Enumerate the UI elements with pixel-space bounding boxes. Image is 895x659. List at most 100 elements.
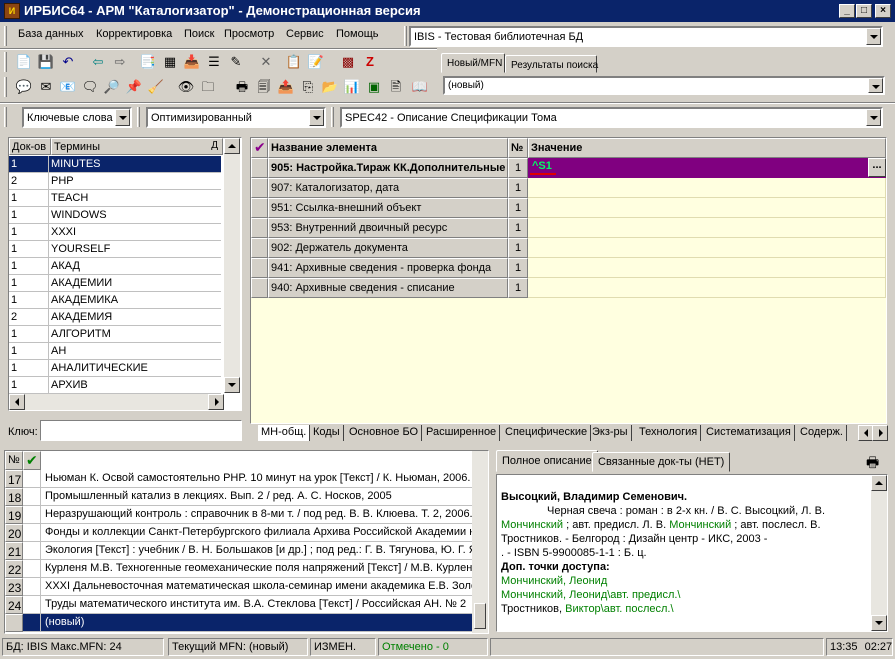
menu-edit[interactable]: Корректировка xyxy=(96,28,172,40)
element-value[interactable] xyxy=(528,278,886,298)
element-row[interactable]: 902: Держатель документа 1 xyxy=(251,238,886,258)
message-icon[interactable]: ✉ xyxy=(36,77,56,97)
scenario-grip[interactable] xyxy=(137,107,140,127)
element-row[interactable]: 941: Архивные сведения - проверка фонда 1 xyxy=(251,258,886,278)
pin-icon[interactable]: Д xyxy=(211,140,218,151)
tab-new-mfn[interactable]: Новый/MFN xyxy=(441,53,505,73)
desc-access-3-link[interactable]: Виктор\авт. послесл.\ xyxy=(565,603,673,615)
term-row[interactable]: 1 АЛГОРИТМ xyxy=(9,326,221,343)
element-value[interactable] xyxy=(528,178,886,198)
z-search-icon[interactable]: Z xyxy=(360,52,380,72)
term-row[interactable]: 1 MINUTES xyxy=(9,156,221,173)
record-checkbox[interactable] xyxy=(23,614,41,632)
undo-icon[interactable]: ↶ xyxy=(58,52,78,72)
element-value[interactable] xyxy=(528,258,886,278)
record-checkbox[interactable] xyxy=(23,524,41,542)
desc-scroll-down[interactable] xyxy=(871,615,887,631)
import-icon[interactable]: 📥 xyxy=(182,52,202,72)
tab-basic-bo[interactable]: Основное БО xyxy=(346,425,423,441)
tab-full-description[interactable]: Полное описание xyxy=(496,450,598,472)
desc-link-monchinsky-2[interactable]: Мончинский xyxy=(669,519,731,531)
desc-scroll-up[interactable] xyxy=(871,475,887,491)
chart-icon[interactable]: 📊 xyxy=(342,77,362,97)
record-row[interactable]: 21 Экология [Текст] : учебник / В. Н. Бол… xyxy=(5,542,478,560)
record-checkbox[interactable] xyxy=(23,542,41,560)
chat-icon[interactable]: 💬 xyxy=(14,77,34,97)
term-row[interactable]: 1 АКАДЕМИИ xyxy=(9,275,221,292)
folder-icon[interactable]: 🗀 xyxy=(198,77,218,97)
search-scenario-arrow[interactable] xyxy=(309,109,324,126)
elements-check-header[interactable]: ✔ xyxy=(251,138,268,158)
element-value-header[interactable]: Значение xyxy=(528,138,886,158)
desc-access-1[interactable]: Мончинский, Леонид xyxy=(501,575,607,587)
close-button[interactable]: × xyxy=(875,4,891,18)
record-row[interactable]: 23 XXXI Дальневосточная математическая шк… xyxy=(5,578,478,596)
term-row[interactable]: 1 АКАДЕМИКА xyxy=(9,292,221,309)
record-checkbox[interactable] xyxy=(23,488,41,506)
terms-count-header[interactable]: Док-ов xyxy=(9,138,51,155)
record-row[interactable]: (новый) xyxy=(5,614,478,632)
records-scroll-thumb[interactable] xyxy=(474,603,486,629)
database-combo-arrow[interactable] xyxy=(866,28,881,45)
export-icon[interactable]: 📤 xyxy=(276,77,296,97)
desc-link-monchinsky[interactable]: Мончинский xyxy=(501,519,563,531)
grid-icon[interactable]: ▦ xyxy=(160,52,180,72)
term-row[interactable]: 1 АН xyxy=(9,343,221,360)
record-checkbox[interactable] xyxy=(23,470,41,488)
menu-database[interactable]: База данных xyxy=(18,28,84,40)
template-icon[interactable]: 📋 xyxy=(284,52,304,72)
tab-extended[interactable]: Расширенное xyxy=(423,425,501,441)
minimize-button[interactable]: _ xyxy=(839,4,855,18)
term-row[interactable]: 1 XXXI xyxy=(9,224,221,241)
terms-vscrollbar[interactable] xyxy=(224,138,240,393)
records-vscrollbar[interactable] xyxy=(472,451,488,633)
record-row[interactable]: 24 Труды математического института им. В.… xyxy=(5,596,478,614)
message-filter-icon[interactable]: 🗨 xyxy=(80,77,100,97)
search-scenario-combo[interactable]: Оптимизированный xyxy=(146,107,326,128)
searchbar-grip[interactable] xyxy=(4,107,7,127)
toolbar2-grip[interactable] xyxy=(4,77,7,97)
abacus-icon[interactable]: ▩ xyxy=(338,52,358,72)
print-icon[interactable]: 🖶 xyxy=(232,77,252,97)
term-row[interactable]: 1 АНАЛИТИЧЕСКИЕ xyxy=(9,360,221,377)
database-combo[interactable]: IBIS - Тестовая библиотечная БД xyxy=(409,26,883,47)
record-row[interactable]: 19 Неразрушающий контроль : справочник в … xyxy=(5,506,478,524)
dictionary-mode-combo[interactable]: Ключевые слова xyxy=(22,107,132,128)
print-description-icon[interactable]: 🖶 xyxy=(866,452,879,476)
forward-arrow-icon[interactable]: ⇨ xyxy=(110,52,130,72)
element-value-editor[interactable]: ^S1... xyxy=(528,158,886,178)
dictionary-mode-arrow[interactable] xyxy=(115,109,130,126)
excel-icon[interactable]: ▣ xyxy=(364,77,384,97)
menu-view[interactable]: Просмотр xyxy=(224,28,274,40)
record-row[interactable]: 22 Курленя М.В. Техногенные геомеханическ… xyxy=(5,560,478,578)
ellipsis-button[interactable]: ... xyxy=(868,158,886,177)
word-icon[interactable]: 🖹 xyxy=(386,77,406,97)
mfn-combo[interactable]: (новый) xyxy=(443,76,885,95)
element-value[interactable] xyxy=(528,238,886,258)
terms-hscrollbar[interactable] xyxy=(9,394,224,410)
element-row[interactable]: 951: Ссылка-внешний объект 1 xyxy=(251,198,886,218)
tab-technology[interactable]: Технология xyxy=(636,425,702,441)
save-icon[interactable]: 💾 xyxy=(36,52,56,72)
tree-icon[interactable]: ☰ xyxy=(204,52,224,72)
records-check-header[interactable]: ✔ xyxy=(23,451,41,470)
terms-term-header[interactable]: Термины Д xyxy=(51,138,223,155)
scroll-down-button[interactable] xyxy=(224,377,240,393)
record-row[interactable]: 17 Ньюман К. Освой самостоятельно PHP. 10… xyxy=(5,470,478,488)
scroll-up-button[interactable] xyxy=(224,138,240,154)
record-row[interactable]: 20 Фонды и коллекции Санкт-Петербургского… xyxy=(5,524,478,542)
mail-check-icon[interactable]: 📧 xyxy=(58,77,78,97)
view-eye-icon[interactable]: 👁 xyxy=(176,77,196,97)
menu-search[interactable]: Поиск xyxy=(184,28,214,40)
element-row[interactable]: 905: Настройка.Тираж КК.Дополнительные 1 ^… xyxy=(251,158,886,178)
tab-contents[interactable]: Содерж. xyxy=(797,425,847,441)
record-row[interactable]: 18 Промышленный катализ в лекциях. Вып. 2… xyxy=(5,488,478,506)
print-cards-icon[interactable]: 🗐 xyxy=(254,77,274,97)
edit-pencil-icon[interactable]: ✎ xyxy=(226,52,246,72)
term-row[interactable]: 2 АКАДЕМИЯ xyxy=(9,309,221,326)
term-row[interactable]: 1 АКАД xyxy=(9,258,221,275)
element-value[interactable] xyxy=(528,198,886,218)
copy-record-icon[interactable]: 📑 xyxy=(138,52,158,72)
tab-linked-docs[interactable]: Связанные док-ты (НЕТ) xyxy=(592,452,731,472)
back-arrow-icon[interactable]: ⇦ xyxy=(88,52,108,72)
